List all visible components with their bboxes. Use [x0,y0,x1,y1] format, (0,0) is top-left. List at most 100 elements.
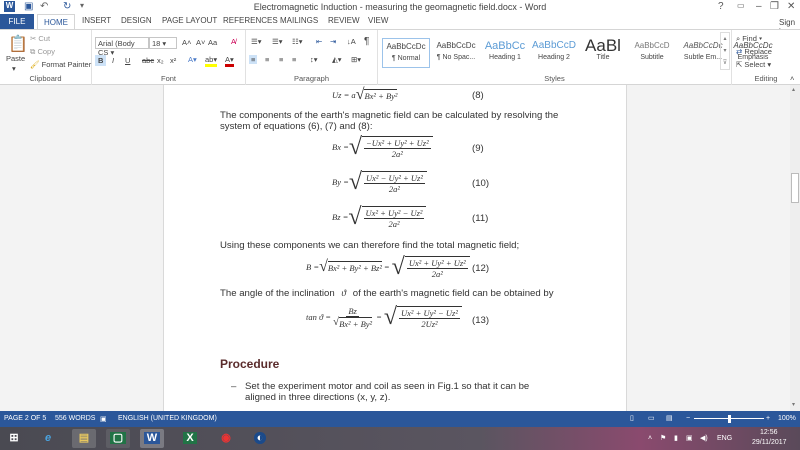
equation-12: B = √ Bx² + By² + Bz² = √ Ux² + Uy² + Uz² 2… [306,255,470,279]
decrease-indent-icon[interactable]: ⇤ [316,37,322,46]
equation-number-8: (8) [472,90,484,101]
tab-page-layout[interactable]: PAGE LAYOUT [162,16,217,25]
replace-button[interactable]: ⇄ Replace [736,47,772,56]
change-case-button[interactable]: Aa [208,38,217,47]
word-count[interactable]: 556 WORDS [55,415,95,422]
subscript-button[interactable]: x₂ [157,56,164,65]
align-center-icon[interactable]: ≡ [265,55,269,64]
chrome-icon[interactable]: ◉ [214,429,238,448]
clear-formatting-icon[interactable]: A̸ [231,37,236,46]
document-page[interactable]: Uz = a √ Bx² + By² (8) The components of … [163,85,627,411]
shrink-font-button[interactable]: A˅ [196,38,205,47]
scroll-up-icon[interactable]: ▴ [792,86,795,93]
font-color-icon[interactable]: A▾ [225,55,234,67]
style-subtitle[interactable]: AaBbCcD Subtitle [628,38,676,68]
tab-references[interactable]: REFERENCES [223,16,278,25]
ribbon-display-options-icon[interactable]: ▭ [737,1,745,10]
flag-icon[interactable]: ⚑ [660,434,666,442]
language[interactable]: ENGLISH (UNITED KINGDOM) [118,415,217,422]
show-hidden-icons[interactable]: ˄ [648,435,652,442]
proofing-icon[interactable]: ▣ [100,415,107,423]
clipboard-label: Clipboard [29,74,62,83]
tab-review[interactable]: REVIEW [328,16,360,25]
copy-button[interactable]: ⧉ Copy [30,47,55,57]
scroll-down-icon[interactable]: ▾ [792,401,795,408]
file-explorer-icon[interactable]: ▤ [72,429,96,448]
numbering-icon[interactable]: ☰▾ [272,37,283,46]
bullets-icon[interactable]: ☰▾ [251,37,262,46]
sort-icon[interactable]: ↓A [347,37,356,46]
find-button[interactable]: ⌕ Find ▾ [736,34,762,44]
excel-taskbar-icon[interactable]: X [178,429,202,448]
steam-icon[interactable]: ◐ [248,429,272,448]
style-title[interactable]: AaBl Title [579,38,627,68]
strikethrough-button[interactable]: abc [142,56,154,65]
font-size-select[interactable]: 18 ▾ [149,37,177,49]
word-taskbar-icon[interactable]: W [140,429,164,448]
vertical-scrollbar[interactable]: ▴ ▾ [790,85,800,411]
paragraph-group: ☰▾ ☰▾ ☷▾ ⇤ ⇥ ↓A ¶ ≡ ≡ ≡ ≡ ↕▾ ◭▾ ⊞▾ Parag… [246,30,378,85]
justify-icon[interactable]: ≡ [292,55,296,64]
shading-icon[interactable]: ◭▾ [332,55,342,64]
page-count[interactable]: PAGE 2 OF 5 [4,415,46,422]
help-button[interactable]: ? [718,1,724,12]
tab-home[interactable]: HOME [37,14,75,30]
print-layout-icon[interactable]: ▭ [648,414,655,422]
tab-mailings[interactable]: MAILINGS [280,16,318,25]
scrollbar-thumb[interactable] [791,173,799,203]
paste-dropdown-icon[interactable]: ▾ [12,64,16,73]
grow-font-button[interactable]: A˄ [182,38,191,47]
tab-file[interactable]: FILE [0,14,34,29]
clock-time[interactable]: 12:56 [760,429,778,436]
zoom-out-button[interactable]: − [686,415,690,422]
italic-button[interactable]: I [112,56,114,65]
borders-icon[interactable]: ⊞▾ [351,55,361,64]
battery-icon[interactable]: ▮ [674,434,678,442]
highlight-icon[interactable]: ab▾ [205,55,218,67]
collapse-ribbon-icon[interactable]: ˄ [790,74,794,83]
align-right-icon[interactable]: ≡ [279,55,283,64]
restore-button[interactable]: ❐ [770,1,779,12]
minimize-button[interactable]: – [756,1,762,12]
input-language[interactable]: ENG [717,435,732,442]
style-no-spacing[interactable]: AaBbCcDc ¶ No Spac... [432,38,480,68]
read-mode-icon[interactable]: ▯ [630,414,634,422]
underline-button[interactable]: U [125,56,130,65]
format-painter-button[interactable]: 🖌 Format Painter [30,60,91,69]
paragraph-components: The components of the earth's magnetic f… [220,110,559,132]
text-effects-icon[interactable]: A▾ [188,55,197,64]
zoom-in-button[interactable]: + [766,415,770,422]
multilevel-list-icon[interactable]: ☷▾ [292,37,303,46]
heading-procedure: Procedure [220,357,280,371]
show-formatting-icon[interactable]: ¶ [364,36,369,47]
align-left-icon[interactable]: ≡ [249,55,258,64]
line-spacing-icon[interactable]: ↕▾ [310,55,318,64]
style-heading-1[interactable]: AaBbCc Heading 1 [481,38,529,68]
tab-view[interactable]: VIEW [368,16,388,25]
web-layout-icon[interactable]: ▤ [666,414,673,422]
close-button[interactable]: ✕ [787,1,795,12]
superscript-button[interactable]: x² [170,56,176,65]
store-icon[interactable]: ▢ [106,429,130,448]
document-area: Uz = a √ Bx² + By² (8) The components of … [0,85,790,411]
paste-button[interactable]: Paste [6,54,25,63]
style-heading-2[interactable]: AaBbCcD Heading 2 [530,38,578,68]
paragraph-label: Paragraph [293,74,330,83]
zoom-level[interactable]: 100% [778,415,796,422]
tab-design[interactable]: DESIGN [121,16,152,25]
clock-date[interactable]: 29/11/2017 [752,439,787,446]
internet-explorer-icon[interactable]: e [36,429,60,448]
zoom-slider-thumb[interactable] [728,415,731,423]
volume-icon[interactable]: ◀) [700,434,708,442]
bold-button[interactable]: B [95,55,107,66]
styles-scroll[interactable]: ▴ ▾ ⊽ [720,32,730,70]
equation-13: tan ϑ = Bz √ Bx² + By² = √ Ux² + Uy² − Uz² 2… [306,305,462,329]
font-name-select[interactable]: Arial (Body CS ▾ [95,37,149,57]
select-button[interactable]: ⇱ Select ▾ [736,60,771,69]
tab-insert[interactable]: INSERT [82,16,111,25]
increase-indent-icon[interactable]: ⇥ [330,37,336,46]
cut-button[interactable]: ✂ Cut [30,34,50,43]
network-icon[interactable]: ▣ [686,434,693,442]
style-normal[interactable]: AaBbCcDc ¶ Normal [382,38,430,68]
start-button[interactable]: ⊞ [2,429,26,448]
